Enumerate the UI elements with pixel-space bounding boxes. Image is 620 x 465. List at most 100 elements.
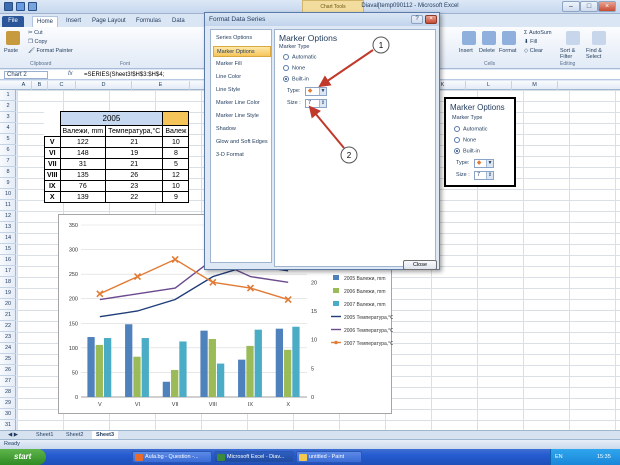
row-header[interactable]: 23	[0, 332, 16, 343]
start-button[interactable]: start	[0, 449, 46, 465]
row-header[interactable]: 12	[0, 211, 16, 222]
column-header[interactable]: M	[512, 81, 558, 90]
copy-button[interactable]: ❐ Copy	[28, 39, 47, 45]
row-header[interactable]: 2	[0, 101, 16, 112]
nav-item-line-color[interactable]: Line Color	[213, 72, 271, 83]
excel-app-icon[interactable]	[4, 2, 13, 11]
format-painter-button[interactable]: 🖌 Format Painter	[28, 48, 73, 54]
table-col-header[interactable]: Валеж	[162, 125, 190, 137]
row-header[interactable]: 18	[0, 277, 16, 288]
table-cell[interactable]: 21	[105, 158, 164, 170]
table-cell[interactable]: VII	[44, 158, 61, 170]
table-col-header[interactable]: Температура,°C	[105, 125, 164, 137]
minimize-button[interactable]: –	[562, 1, 580, 12]
nav-item-marker-fill[interactable]: Marker Fill	[213, 59, 271, 70]
column-header[interactable]: D	[76, 81, 132, 90]
nav-item-marker-line-style[interactable]: Marker Line Style	[213, 111, 271, 122]
table-cell[interactable]: 5	[162, 158, 190, 170]
row-header[interactable]: 15	[0, 244, 16, 255]
task-excel[interactable]: Microsoft Excel - Diav...	[214, 451, 294, 463]
close-window-button[interactable]: ×	[598, 1, 616, 12]
row-header[interactable]: 29	[0, 398, 16, 409]
task-aula[interactable]: Aula.bg - Question -...	[132, 451, 212, 463]
format-cells-icon[interactable]	[502, 31, 516, 45]
table-cell[interactable]: 148	[59, 147, 107, 159]
table-cell[interactable]: VIII	[44, 169, 61, 181]
paste-icon[interactable]	[6, 31, 20, 45]
table-cell[interactable]: 8	[162, 147, 190, 159]
column-header[interactable]: B	[32, 81, 48, 90]
row-header[interactable]: 19	[0, 288, 16, 299]
tab-formulas[interactable]: Formulas	[132, 16, 165, 27]
task-paint[interactable]: untitled - Paint	[296, 451, 362, 463]
dialog-close-x-button[interactable]: ×	[425, 15, 437, 24]
insert-button[interactable]: Insert	[459, 48, 473, 54]
marker-type-dropdown[interactable]: ◆ ▼	[305, 87, 327, 96]
paste-button[interactable]: Paste	[4, 48, 18, 54]
table-cell[interactable]: 22	[105, 191, 164, 203]
column-header[interactable]: C	[48, 81, 76, 90]
nav-item-series-options[interactable]: Series Options	[213, 33, 271, 44]
table-cell[interactable]: 135	[59, 169, 107, 181]
tab-home[interactable]: Home	[32, 16, 59, 27]
tab-data[interactable]: Data	[168, 16, 189, 27]
find-select-icon[interactable]	[592, 31, 606, 45]
table-cell[interactable]: 139	[59, 191, 107, 203]
nav-item-glow-and-soft-edges[interactable]: Glow and Soft Edges	[213, 137, 271, 148]
column-header[interactable]: A	[16, 81, 32, 90]
table-cell[interactable]: X	[44, 191, 61, 203]
delete-cells-icon[interactable]	[482, 31, 496, 45]
row-header[interactable]: 17	[0, 266, 16, 277]
table-cell[interactable]: 12	[162, 169, 190, 181]
marker-size-spinner[interactable]: 7 ⇕	[305, 99, 327, 108]
nav-item-line-style[interactable]: Line Style	[213, 85, 271, 96]
row-header[interactable]: 11	[0, 200, 16, 211]
row-header[interactable]: 20	[0, 299, 16, 310]
cut-button[interactable]: ✂ Cut	[28, 30, 43, 36]
autosum-button[interactable]: Σ AutoSum	[524, 30, 552, 36]
row-header[interactable]: 3	[0, 112, 16, 123]
column-header[interactable]: E	[132, 81, 190, 90]
maximize-button[interactable]: □	[580, 1, 598, 12]
nav-item-shadow[interactable]: Shadow	[213, 124, 271, 135]
save-icon[interactable]	[16, 2, 25, 11]
table-cell[interactable]: 10	[162, 180, 190, 192]
radio-automatic[interactable]: Automatic	[283, 54, 316, 60]
table-cell[interactable]: IX	[44, 180, 61, 192]
sort-filter-icon[interactable]	[566, 31, 580, 45]
row-header[interactable]: 6	[0, 145, 16, 156]
fx-icon[interactable]: fx	[68, 71, 73, 77]
row-header[interactable]: 7	[0, 156, 16, 167]
nav-item-3-d-format[interactable]: 3-D Format	[213, 150, 271, 161]
row-header[interactable]: 28	[0, 387, 16, 398]
nav-item-marker-line-color[interactable]: Marker Line Color	[213, 98, 271, 109]
row-header[interactable]: 24	[0, 343, 16, 354]
row-header[interactable]: 10	[0, 189, 16, 200]
table-cell[interactable]: 26	[105, 169, 164, 181]
tab-insert[interactable]: Insert	[62, 16, 85, 27]
radio-none[interactable]: None	[283, 65, 305, 71]
format-button[interactable]: Format	[499, 48, 516, 54]
table-cell[interactable]: V	[44, 136, 61, 148]
undo-icon[interactable]	[28, 2, 37, 11]
table-cell[interactable]: 23	[105, 180, 164, 192]
tab-page-layout[interactable]: Page Layout	[88, 16, 130, 27]
row-header[interactable]: 4	[0, 123, 16, 134]
fill-button[interactable]: ⬇ Fill	[524, 39, 537, 45]
delete-button[interactable]: Delete	[479, 48, 495, 54]
tab-file[interactable]: File	[2, 16, 24, 27]
language-indicator[interactable]: EN	[555, 449, 563, 465]
find-select-button[interactable]: Find & Select	[586, 48, 616, 60]
column-header[interactable]: L	[466, 81, 512, 90]
sort-filter-button[interactable]: Sort & Filter	[560, 48, 586, 60]
insert-cells-icon[interactable]	[462, 31, 476, 45]
row-header[interactable]: 25	[0, 354, 16, 365]
row-header[interactable]: 1	[0, 90, 16, 101]
table-cell[interactable]: 10	[162, 136, 190, 148]
table-col-header[interactable]: Валежи, mm	[59, 125, 107, 137]
row-header[interactable]: 21	[0, 310, 16, 321]
row-header[interactable]: 30	[0, 409, 16, 420]
table-cell[interactable]: 31	[59, 158, 107, 170]
row-header[interactable]: 16	[0, 255, 16, 266]
radio-builtin[interactable]: Built-in	[283, 76, 309, 82]
